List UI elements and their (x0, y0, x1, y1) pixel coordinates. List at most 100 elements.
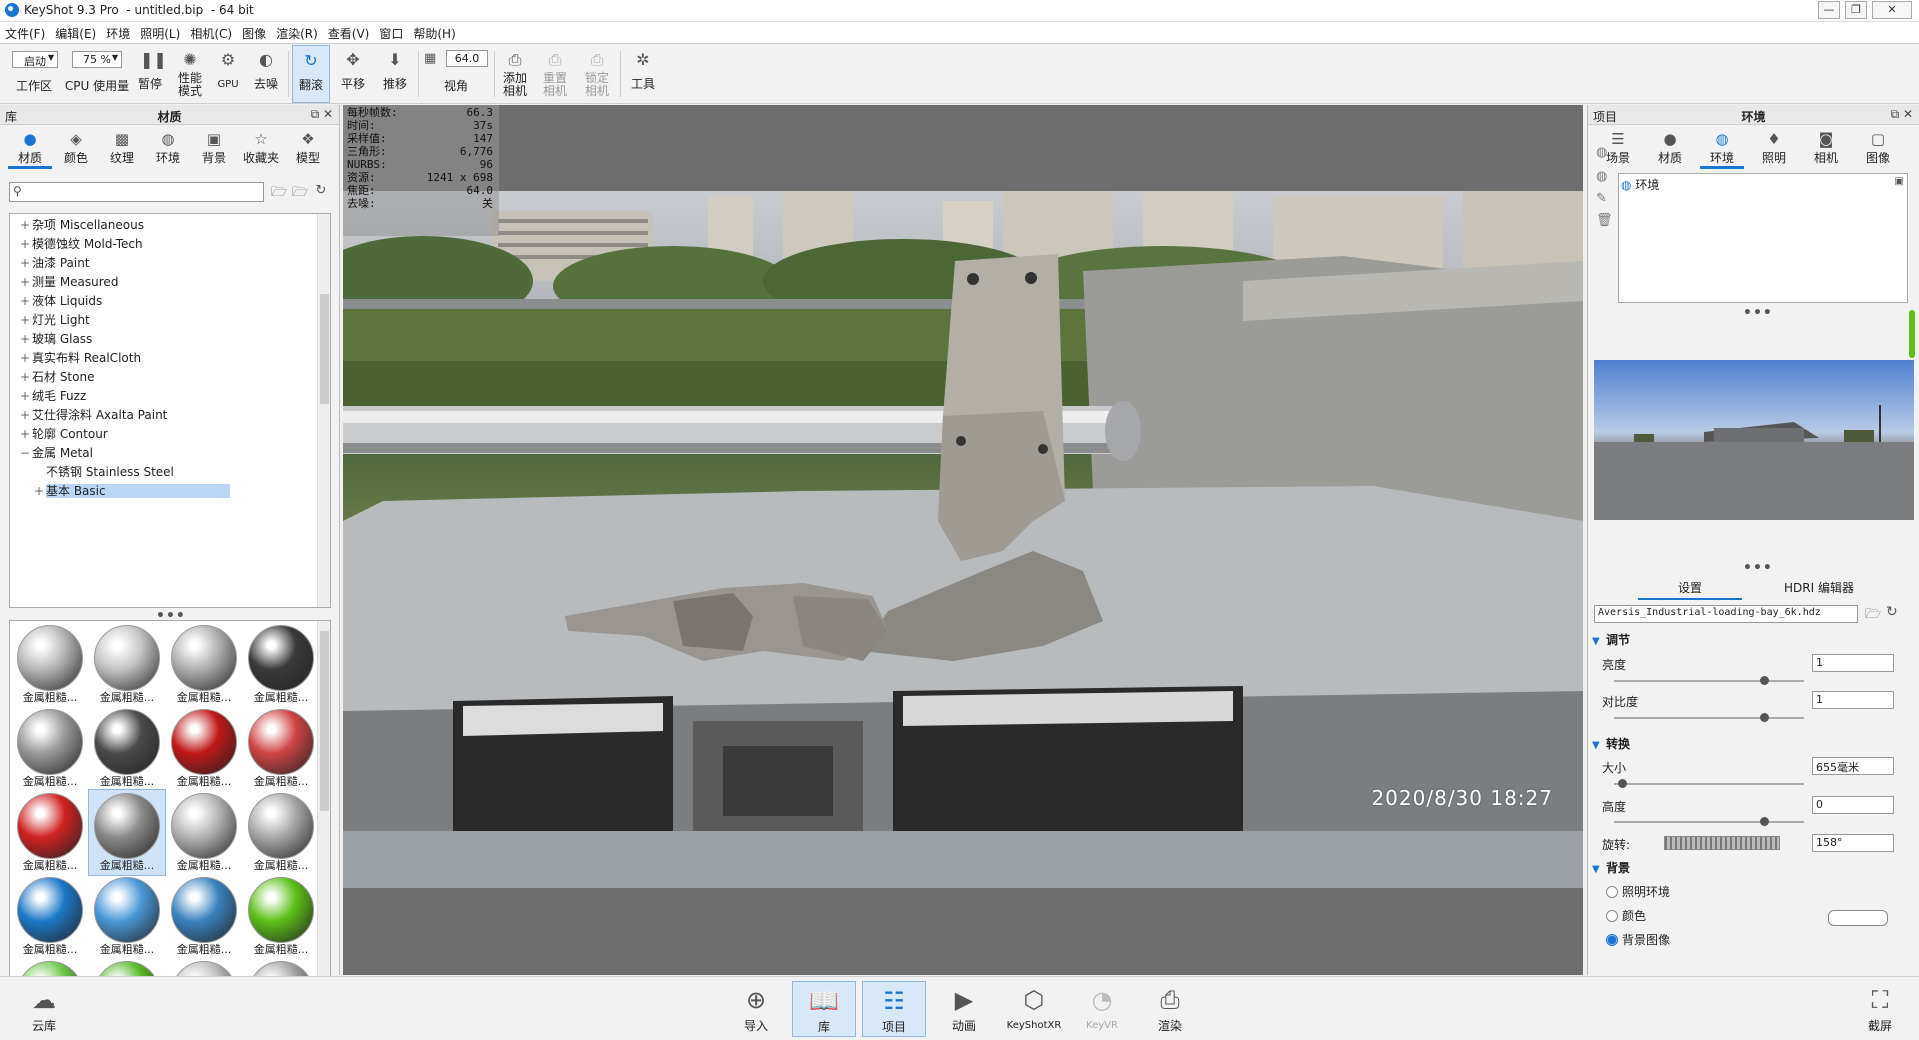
performance-mode-button[interactable]: ✺ 性能 模式 (170, 45, 210, 103)
denoise-button[interactable]: ◐ 去噪 (248, 45, 284, 103)
workspace-select[interactable]: 启动 ▼ (12, 51, 58, 68)
tree-item[interactable]: + 轮廓 Contour (10, 425, 318, 444)
tree-item[interactable]: + 灯光 Light (10, 311, 318, 330)
material-thumbnail[interactable]: 金属粗糙... (166, 622, 242, 707)
tree-item[interactable]: + 液体 Liquids (10, 292, 318, 311)
tab-environments[interactable]: ◍ 环境 (146, 127, 190, 169)
keyshotxr-button[interactable]: ⬡ KeyShotXR (1000, 981, 1068, 1037)
tools-button[interactable]: ✲ 工具 (624, 45, 662, 103)
material-thumbnail[interactable]: 金属粗糙... (89, 706, 165, 791)
cpu-usage-select[interactable]: 75 % ▼ (72, 51, 122, 68)
material-thumbnail[interactable]: 金属粗糙... (12, 706, 88, 791)
edit-environment-icon[interactable]: ✎ (1596, 191, 1607, 206)
expand-toggle-icon[interactable]: − (18, 444, 32, 463)
tree-item[interactable]: 不锈钢 Stainless Steel (10, 463, 318, 482)
menu-help[interactable]: 帮助(H) (408, 22, 460, 45)
dolly-button[interactable]: ⬇ 推移 (376, 45, 414, 103)
library-button[interactable]: 📖 库 (792, 981, 856, 1037)
slider-knob[interactable] (1760, 676, 1769, 685)
menu-view[interactable]: 查看(V) (323, 22, 375, 45)
panel-float-close-icons[interactable]: ⧉ ✕ (1891, 107, 1913, 122)
add-environment-icon[interactable]: ◍ (1596, 145, 1607, 160)
material-thumbnail[interactable]: 金属粗糙... (243, 874, 319, 959)
menu-render[interactable]: 渲染(R) (271, 22, 323, 45)
refresh-icon[interactable]: ↻ (312, 183, 330, 201)
expand-toggle-icon[interactable]: + (18, 387, 32, 406)
scrollbar-thumb[interactable] (320, 631, 329, 811)
tab-image[interactable]: ▢ 图像 (1856, 127, 1900, 169)
tree-scrollbar[interactable] (317, 214, 330, 607)
panel-scrollbar[interactable] (1909, 310, 1915, 358)
expand-toggle-icon[interactable]: + (18, 254, 32, 273)
tree-item[interactable]: + 绒毛 Fuzz (10, 387, 318, 406)
expand-toggle-icon[interactable]: + (18, 330, 32, 349)
material-thumbnail[interactable]: 金属粗糙... (243, 706, 319, 791)
material-thumbnail[interactable]: 金属粗糙... (243, 790, 319, 875)
field-of-view-input[interactable]: 64.0 (446, 50, 488, 67)
refresh-icon[interactable]: ↻ (1886, 604, 1898, 620)
duplicate-environment-icon[interactable]: ◍ (1596, 169, 1607, 184)
background-color-swatch[interactable] (1828, 910, 1888, 926)
minimize-button[interactable]: — (1818, 1, 1840, 19)
material-thumbnail[interactable]: 金属粗糙... (166, 790, 242, 875)
brightness-input[interactable]: 1 (1812, 654, 1894, 672)
menu-edit[interactable]: 编辑(E) (50, 22, 101, 45)
section-background[interactable]: ▼ 背景 (1592, 859, 1916, 877)
close-button[interactable]: ✕ (1872, 1, 1912, 19)
expand-toggle-icon[interactable]: + (18, 292, 32, 311)
animation-button[interactable]: ▶ 动画 (932, 981, 996, 1037)
tab-colors[interactable]: ◈ 颜色 (54, 127, 98, 169)
panel-resize-handle[interactable]: ••• (1743, 305, 1773, 321)
expand-toggle-icon[interactable]: + (18, 311, 32, 330)
lock-camera-button[interactable]: ⎙ 锁定 相机 (580, 45, 614, 103)
environment-list-item[interactable]: ◍ 环境 (1621, 176, 1659, 193)
brightness-slider[interactable] (1614, 676, 1804, 685)
gpu-button[interactable]: ⚙ GPU (212, 45, 244, 103)
tree-item[interactable]: + 测量 Measured (10, 273, 318, 292)
radio-color[interactable]: 颜色 (1606, 907, 1646, 924)
import-folder-icon[interactable]: 🗁 (270, 183, 288, 201)
render-button[interactable]: ⎙ 渲染 (1138, 981, 1202, 1037)
tab-camera[interactable]: ◙ 相机 (1804, 127, 1848, 169)
panel-float-close-icons[interactable]: ⧉ ✕ (311, 107, 333, 122)
tab-backplates[interactable]: ▣ 背景 (192, 127, 236, 169)
screenshot-button[interactable]: ⛶ 截屏 (1848, 981, 1912, 1037)
slider-knob[interactable] (1618, 779, 1627, 788)
expand-toggle-icon[interactable]: + (18, 425, 32, 444)
expand-toggle-icon[interactable]: + (18, 235, 32, 254)
section-transform[interactable]: ▼ 转换 (1592, 735, 1916, 753)
contrast-input[interactable]: 1 (1812, 691, 1894, 709)
delete-trash-icon[interactable]: 🗑 (1596, 213, 1613, 228)
scrollbar-thumb[interactable] (320, 294, 329, 404)
subtab-hdri-editor[interactable]: HDRI 编辑器 (1784, 579, 1854, 596)
keyvr-button[interactable]: ◔ KeyVR (1070, 981, 1134, 1037)
expand-toggle-icon[interactable]: + (18, 368, 32, 387)
menu-file[interactable]: 文件(F) (0, 22, 50, 45)
tab-favorites[interactable]: ☆ 收藏夹 (238, 127, 284, 169)
tab-environment[interactable]: ◍ 环境 (1700, 127, 1744, 169)
rendered-scene[interactable]: 2020/8/30 18:27 (343, 191, 1583, 888)
tab-lighting[interactable]: ♦ 照明 (1752, 127, 1796, 169)
menu-environment[interactable]: 环境 (101, 22, 135, 45)
material-thumbnail[interactable]: 金属粗糙... (166, 874, 242, 959)
tree-item[interactable]: + 真实布料 RealCloth (10, 349, 318, 368)
radio-lighting-environment[interactable]: 照明环境 (1606, 883, 1670, 900)
size-slider[interactable] (1614, 779, 1804, 788)
size-input[interactable]: 655毫米 (1812, 757, 1894, 775)
menu-window[interactable]: 窗口 (374, 22, 408, 45)
tree-item[interactable]: + 玻璃 Glass (10, 330, 318, 349)
tab-textures[interactable]: ▩ 纹理 (100, 127, 144, 169)
add-folder-icon[interactable]: 🗁 (291, 183, 309, 201)
open-folder-icon[interactable]: 🗁 (1865, 605, 1881, 627)
material-thumbnail[interactable]: 金属粗糙... (12, 790, 88, 875)
tab-models[interactable]: ❖ 模型 (286, 127, 330, 169)
tree-item[interactable]: − 金属 Metal (10, 444, 318, 463)
real-time-viewport[interactable]: 2020/8/30 18:27 每秒帧数: 66.3 时间: 37s 采样值: 147 三角… (343, 105, 1583, 975)
tree-item[interactable]: + 基本 Basic (10, 482, 318, 501)
material-thumbnail[interactable]: 金属粗糙... (89, 874, 165, 959)
section-adjust[interactable]: ▼ 调节 (1592, 631, 1916, 649)
material-thumbnail[interactable]: 金属粗糙... (88, 789, 166, 876)
expand-toggle-icon[interactable]: + (18, 273, 32, 292)
height-input[interactable]: 0 (1812, 796, 1894, 814)
menu-image[interactable]: 图像 (237, 22, 271, 45)
